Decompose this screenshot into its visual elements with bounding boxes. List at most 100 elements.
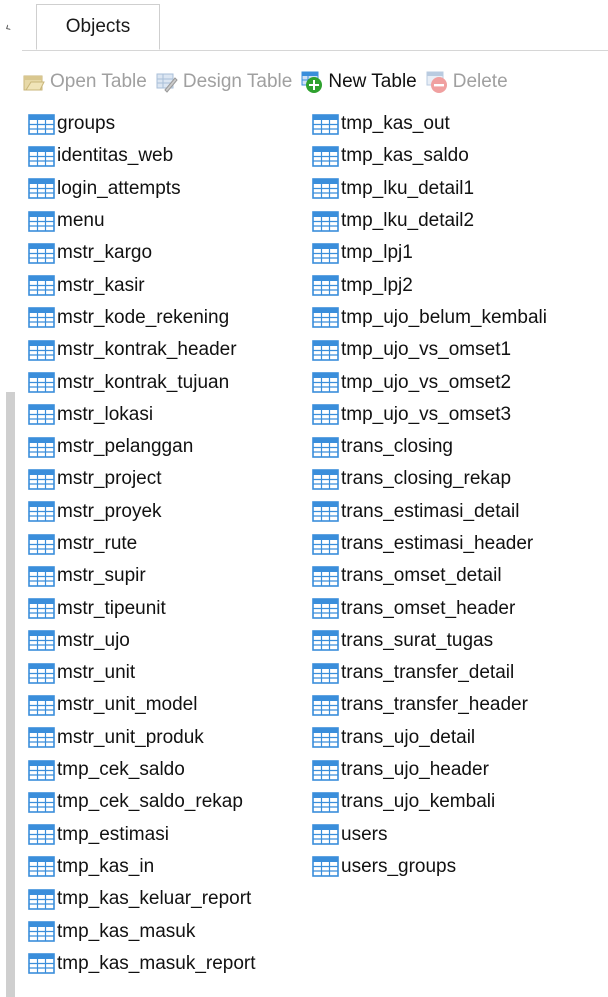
- table-item[interactable]: mstr_unit_model: [28, 689, 256, 721]
- table-name-label: mstr_unit_produk: [57, 726, 204, 748]
- table-icon: [28, 695, 57, 716]
- new-table-button[interactable]: New Table: [300, 70, 417, 94]
- table-name-label: tmp_kas_masuk_report: [57, 952, 256, 974]
- table-item[interactable]: trans_ujo_detail: [312, 722, 547, 754]
- table-item[interactable]: mstr_pelanggan: [28, 431, 256, 463]
- table-name-label: trans_transfer_detail: [341, 662, 515, 684]
- table-item[interactable]: trans_closing: [312, 431, 547, 463]
- table-item[interactable]: trans_estimasi_detail: [312, 496, 547, 528]
- table-item[interactable]: trans_transfer_header: [312, 689, 547, 721]
- table-item[interactable]: tmp_lku_detail1: [312, 173, 547, 205]
- table-icon: [312, 759, 341, 781]
- table-icon: [28, 210, 57, 232]
- delete-table-button[interactable]: Delete: [425, 70, 508, 94]
- table-item[interactable]: mstr_tipeunit: [28, 592, 256, 624]
- table-item[interactable]: tmp_kas_masuk: [28, 915, 256, 947]
- table-item[interactable]: trans_surat_tugas: [312, 625, 547, 657]
- table-name-label: tmp_kas_keluar_report: [57, 888, 252, 910]
- table-name-label: tmp_ujo_vs_omset1: [341, 339, 512, 361]
- table-item[interactable]: mstr_supir: [28, 560, 256, 592]
- table-name-label: trans_ujo_kembali: [341, 791, 496, 813]
- table-item[interactable]: trans_closing_rekap: [312, 463, 547, 495]
- table-item[interactable]: login_attempts: [28, 173, 256, 205]
- table-item[interactable]: trans_ujo_header: [312, 754, 547, 786]
- table-item[interactable]: tmp_ujo_vs_omset2: [312, 366, 547, 398]
- table-item[interactable]: tmp_lpj2: [312, 269, 547, 301]
- table-item[interactable]: mstr_kontrak_header: [28, 334, 256, 366]
- table-item[interactable]: tmp_kas_in: [28, 851, 256, 883]
- table-icon: [28, 372, 57, 393]
- table-item[interactable]: mstr_kasir: [28, 269, 256, 301]
- table-item[interactable]: mstr_proyek: [28, 496, 256, 528]
- table-icon: [28, 469, 57, 490]
- table-icon: [28, 533, 57, 555]
- table-icon: [312, 501, 341, 523]
- table-icon: [312, 243, 341, 264]
- table-name-label: mstr_kontrak_header: [57, 339, 237, 361]
- table-icon: [28, 436, 57, 458]
- table-name-label: mstr_kode_rekening: [57, 306, 230, 328]
- open-table-icon: [22, 70, 46, 94]
- table-name-label: tmp_lku_detail1: [341, 177, 475, 199]
- table-item[interactable]: trans_omset_detail: [312, 560, 547, 592]
- table-item[interactable]: identitas_web: [28, 140, 256, 172]
- table-item[interactable]: trans_estimasi_header: [312, 528, 547, 560]
- table-icon: [312, 469, 341, 490]
- table-item[interactable]: users: [312, 819, 547, 851]
- table-item[interactable]: trans_transfer_detail: [312, 657, 547, 689]
- table-item[interactable]: tmp_lpj1: [312, 237, 547, 269]
- table-item[interactable]: menu: [28, 205, 256, 237]
- table-icon: [312, 307, 341, 329]
- table-name-label: identitas_web: [57, 145, 174, 167]
- table-item[interactable]: mstr_unit: [28, 657, 256, 689]
- table-icon: [312, 113, 341, 135]
- table-name-label: trans_estimasi_detail: [341, 500, 520, 522]
- table-name-label: tmp_kas_saldo: [341, 145, 469, 167]
- table-item[interactable]: tmp_kas_saldo: [312, 140, 547, 172]
- table-item[interactable]: mstr_lokasi: [28, 399, 256, 431]
- design-table-button[interactable]: Design Table: [155, 70, 292, 94]
- table-item[interactable]: users_groups: [312, 851, 547, 883]
- table-item[interactable]: tmp_kas_masuk_report: [28, 948, 256, 980]
- table-name-label: trans_closing_rekap: [341, 468, 512, 490]
- table-name-label: mstr_supir: [57, 565, 146, 587]
- table-item[interactable]: mstr_kargo: [28, 237, 256, 269]
- new-table-label: New Table: [328, 71, 417, 92]
- table-item[interactable]: mstr_kontrak_tujuan: [28, 366, 256, 398]
- table-item[interactable]: mstr_unit_produk: [28, 722, 256, 754]
- table-name-label: users_groups: [341, 855, 457, 877]
- table-icon: [28, 630, 57, 652]
- table-name-label: trans_ujo_header: [341, 759, 489, 781]
- table-name-label: trans_omset_detail: [341, 565, 502, 587]
- table-item[interactable]: tmp_estimasi: [28, 819, 256, 851]
- table-name-label: tmp_ujo_vs_omset3: [341, 403, 512, 425]
- table-icon: [28, 307, 57, 329]
- table-item[interactable]: mstr_kode_rekening: [28, 302, 256, 334]
- table-icon: [28, 921, 57, 942]
- table-item[interactable]: tmp_kas_out: [312, 108, 547, 140]
- table-name-label: trans_ujo_detail: [341, 726, 476, 748]
- table-item[interactable]: tmp_ujo_vs_omset3: [312, 399, 547, 431]
- table-item[interactable]: trans_ujo_kembali: [312, 786, 547, 818]
- table-item[interactable]: trans_omset_header: [312, 592, 547, 624]
- table-item[interactable]: tmp_cek_saldo_rekap: [28, 786, 256, 818]
- table-icon: [28, 565, 57, 587]
- table-icon: [28, 178, 57, 200]
- table-item[interactable]: mstr_project: [28, 463, 256, 495]
- table-item[interactable]: mstr_rute: [28, 528, 256, 560]
- table-name-label: trans_transfer_header: [341, 694, 528, 716]
- table-item[interactable]: mstr_ujo: [28, 625, 256, 657]
- table-item[interactable]: tmp_ujo_vs_omset1: [312, 334, 547, 366]
- table-item[interactable]: groups: [28, 108, 256, 140]
- table-icon: [312, 598, 341, 619]
- table-item[interactable]: tmp_ujo_belum_kembali: [312, 302, 547, 334]
- table-name-label: menu: [57, 210, 105, 232]
- table-icon: [28, 888, 57, 910]
- table-icon: [312, 339, 341, 361]
- tab-objects[interactable]: Objects: [36, 4, 160, 50]
- table-item[interactable]: tmp_lku_detail2: [312, 205, 547, 237]
- table-item[interactable]: tmp_cek_saldo: [28, 754, 256, 786]
- table-item[interactable]: tmp_kas_keluar_report: [28, 883, 256, 915]
- open-table-button[interactable]: Open Table: [22, 70, 147, 94]
- left-panel-scrollbar[interactable]: [6, 392, 15, 997]
